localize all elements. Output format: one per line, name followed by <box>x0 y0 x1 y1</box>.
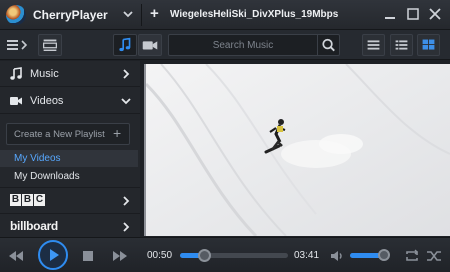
seek-bar-handle[interactable] <box>198 249 212 262</box>
file-title: WiegelesHeliSki_DivXPlus_19Mbps <box>170 9 339 20</box>
toolbar <box>0 30 450 60</box>
create-playlist-label: Create a New Playlist <box>14 129 105 140</box>
rewind-icon[interactable] <box>6 246 26 266</box>
search-box <box>168 34 340 56</box>
title-bar: CherryPlayer + WiegelesHeliSki_DivXPlus_… <box>0 0 450 30</box>
play-button[interactable] <box>38 240 68 270</box>
shuffle-icon[interactable] <box>424 246 444 266</box>
sidebar-item-billboard[interactable]: billboard <box>0 213 140 239</box>
video-camera-icon[interactable] <box>138 34 162 56</box>
create-playlist-button[interactable]: Create a New Playlist + <box>6 123 130 145</box>
list-view-icon[interactable] <box>362 34 385 56</box>
play-icon <box>50 249 59 261</box>
playback-controls: 00:50 03:41 <box>0 237 450 272</box>
detail-view-icon[interactable] <box>390 34 413 56</box>
add-tab-button[interactable]: + <box>150 6 159 21</box>
video-frame-snowboarder <box>146 64 450 236</box>
sidebar-item-bbc[interactable]: B B C <box>0 187 140 213</box>
playlist-queue-icon[interactable] <box>38 34 62 56</box>
video-camera-icon <box>10 97 22 105</box>
bbc-logo-letter: B <box>10 194 21 206</box>
sidebar-item-label: Music <box>30 68 59 80</box>
close-icon[interactable] <box>427 6 443 22</box>
repeat-icon[interactable] <box>402 246 422 266</box>
app-menu-chevron-down-icon[interactable] <box>122 8 134 20</box>
sidebar: Music Videos Create a New Playlist + My … <box>0 61 140 237</box>
chevron-right-icon <box>123 222 130 232</box>
music-note-icon <box>10 67 22 80</box>
hamburger-menu-icon[interactable] <box>4 34 30 56</box>
fast-forward-icon[interactable] <box>110 246 130 266</box>
chevron-right-icon <box>123 69 130 79</box>
video-display[interactable] <box>144 64 450 236</box>
seek-bar[interactable] <box>180 249 288 262</box>
playlist-item-my-downloads[interactable]: My Downloads <box>0 168 138 185</box>
volume-slider[interactable] <box>350 249 391 261</box>
chevron-right-icon <box>123 196 130 206</box>
grid-view-icon[interactable] <box>417 34 440 56</box>
minimize-icon[interactable] <box>382 6 398 22</box>
playlist-item-my-videos[interactable]: My Videos <box>0 150 138 167</box>
chevron-down-icon <box>121 98 131 105</box>
sidebar-item-music[interactable]: Music <box>0 61 140 87</box>
volume-handle[interactable] <box>378 249 391 261</box>
stop-icon[interactable] <box>78 246 98 266</box>
music-note-icon[interactable] <box>113 34 137 56</box>
title-separator <box>141 4 142 26</box>
cherryplayer-logo-icon <box>6 5 26 25</box>
bbc-logo-letter: B <box>22 194 33 206</box>
maximize-icon[interactable] <box>405 6 421 22</box>
bbc-logo: B B C <box>10 194 45 206</box>
current-time: 00:50 <box>147 250 173 261</box>
search-input[interactable] <box>170 36 316 54</box>
search-icon[interactable] <box>317 35 339 55</box>
duration: 03:41 <box>294 250 320 261</box>
sidebar-item-label: Videos <box>30 95 64 107</box>
add-icon: + <box>113 125 122 141</box>
billboard-logo: billboard <box>10 219 58 233</box>
volume-icon[interactable] <box>327 246 347 266</box>
app-name: CherryPlayer <box>33 8 108 22</box>
bbc-logo-letter: C <box>34 194 45 206</box>
sidebar-item-videos[interactable]: Videos <box>0 88 140 114</box>
